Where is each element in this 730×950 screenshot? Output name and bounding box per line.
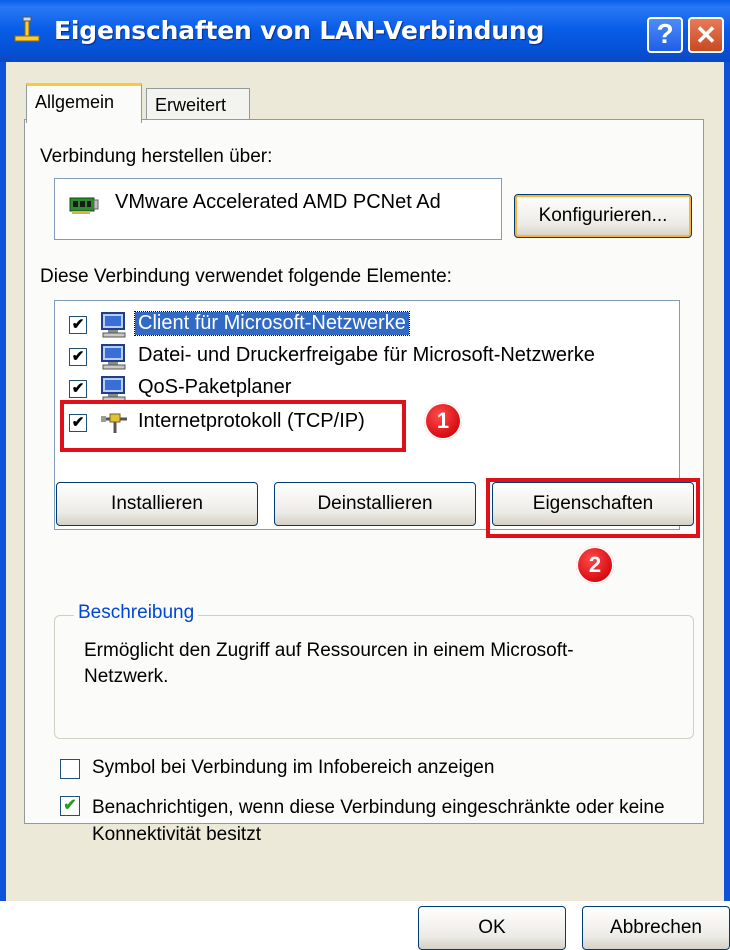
- install-button[interactable]: Installieren: [56, 482, 258, 526]
- highlight-tcpip: [60, 400, 406, 452]
- computer-network-icon: [101, 344, 126, 370]
- item-label: Client für Microsoft-Netzwerke: [134, 311, 410, 336]
- network-card-icon: [69, 197, 99, 214]
- show-icon-label[interactable]: Symbol bei Verbindung im Infobereich anz…: [92, 757, 494, 779]
- elements-label: Diese Verbindung verwendet folgende Elem…: [40, 266, 452, 287]
- item-checkbox[interactable]: ✔: [69, 380, 87, 398]
- adapter-name: VMware Accelerated AMD PCNet Ad: [115, 191, 441, 213]
- adapter-field: VMware Accelerated AMD PCNet Ad: [54, 178, 502, 240]
- tab-allgemein[interactable]: Allgemein: [26, 83, 142, 123]
- configure-button[interactable]: Konfigurieren...: [514, 194, 692, 238]
- show-icon-checkbox[interactable]: [60, 759, 80, 779]
- tab-erweitert[interactable]: Erweitert: [146, 88, 250, 120]
- notify-label[interactable]: Benachrichtigen, wenn diese Verbindung e…: [92, 794, 702, 848]
- uninstall-button[interactable]: Deinstallieren: [274, 482, 476, 526]
- help-button[interactable]: ?: [647, 17, 683, 53]
- computer-network-icon: [101, 312, 126, 338]
- item-label: Datei- und Druckerfreigabe für Microsoft…: [138, 344, 595, 366]
- properties-dialog: Eigenschaften von LAN-Verbindung ? ✕ All…: [0, 0, 730, 950]
- highlight-properties: [486, 478, 700, 538]
- description-legend: Beschreibung: [74, 602, 199, 624]
- notify-checkbox[interactable]: ✔: [60, 796, 80, 816]
- step-marker-1: 1: [424, 402, 462, 440]
- network-connection-icon: [14, 16, 40, 42]
- item-label: QoS-Paketplaner: [138, 376, 292, 398]
- connect-via-label: Verbindung herstellen über:: [40, 146, 273, 167]
- cancel-button[interactable]: Abbrechen: [582, 906, 730, 950]
- item-checkbox[interactable]: ✔: [69, 348, 87, 366]
- ok-button[interactable]: OK: [418, 906, 566, 950]
- window-title: Eigenschaften von LAN-Verbindung: [54, 16, 545, 45]
- computer-network-icon: [101, 376, 126, 402]
- description-text: Ermöglicht den Zugriff auf Ressourcen in…: [84, 640, 574, 687]
- title-bar[interactable]: Eigenschaften von LAN-Verbindung ? ✕: [0, 0, 730, 62]
- item-checkbox[interactable]: ✔: [69, 316, 87, 334]
- close-button[interactable]: ✕: [688, 17, 724, 53]
- step-marker-2: 2: [576, 546, 614, 584]
